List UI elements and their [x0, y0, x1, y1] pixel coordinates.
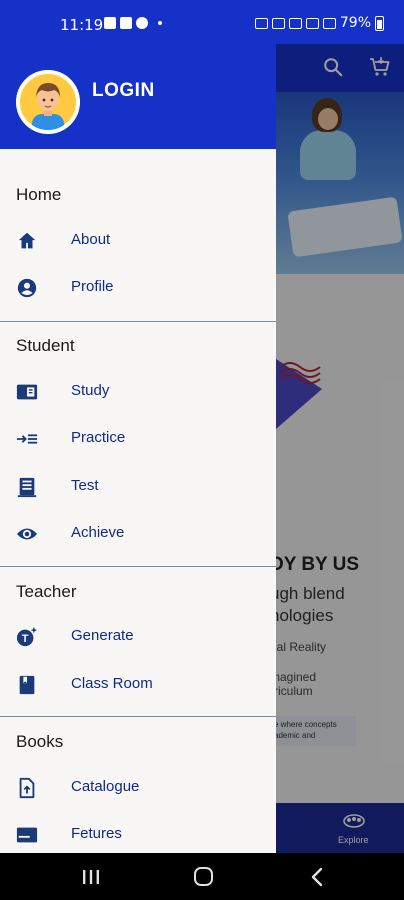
gallery-notification-icon	[104, 17, 116, 29]
generate-ai-icon: T	[16, 626, 38, 647]
recent-apps-icon[interactable]	[82, 869, 100, 885]
system-navigation-bar	[0, 853, 404, 900]
menu-item-label: Test	[71, 477, 99, 494]
menu-item-test[interactable]: Test	[0, 464, 276, 510]
menu-item-achieve[interactable]: Achieve	[0, 511, 276, 557]
section-title-home: Home	[16, 185, 62, 204]
user-avatar-icon	[16, 70, 80, 134]
section-divider	[0, 566, 276, 567]
drawer-header: LOGIN	[0, 44, 276, 149]
menu-item-label: Generate	[71, 627, 134, 644]
menu-item-label: Class Room	[71, 675, 153, 692]
section-title-teacher: Teacher	[16, 582, 77, 601]
login-button[interactable]: LOGIN	[92, 80, 155, 102]
system-status-icons: 79%	[254, 15, 384, 31]
file-upload-icon	[19, 777, 35, 799]
home-icon	[18, 232, 36, 249]
wifi-icon	[288, 17, 302, 29]
section-title-student: Student	[16, 336, 75, 355]
menu-item-fetures[interactable]: Fetures	[0, 812, 276, 853]
youtube-notification-icon	[120, 17, 132, 29]
practice-list-icon	[16, 434, 38, 444]
home-button-icon[interactable]	[194, 867, 213, 886]
battery-icon	[375, 15, 384, 31]
status-bar: 11:19 79%	[0, 0, 404, 44]
eye-icon	[16, 528, 38, 540]
section-divider	[0, 321, 276, 322]
menu-item-catalogue[interactable]: Catalogue	[0, 765, 276, 811]
alarm-icon	[254, 17, 268, 29]
section-title-books: Books	[16, 732, 64, 751]
menu-item-label: Fetures	[71, 825, 122, 842]
menu-item-about[interactable]: About	[0, 218, 276, 264]
test-notebook-icon	[17, 477, 37, 498]
drawer-scrim[interactable]	[276, 44, 404, 853]
menu-item-practice[interactable]: Practice	[0, 416, 276, 462]
mute-icon	[271, 17, 285, 29]
account-circle-icon	[17, 278, 37, 298]
navigation-drawer: LOGIN Home About Profile Student Study P…	[0, 44, 276, 853]
battery-percentage: 79%	[339, 15, 371, 31]
study-book-icon	[16, 384, 38, 400]
classroom-book-icon	[19, 675, 35, 695]
menu-item-study[interactable]: Study	[0, 369, 276, 415]
whatsapp-notification-icon	[136, 17, 148, 29]
volte-icon	[305, 17, 319, 29]
svg-text:T: T	[22, 633, 29, 645]
features-card-icon	[16, 827, 38, 843]
menu-item-label: Profile	[71, 278, 114, 295]
more-notifications-dot-icon	[158, 21, 162, 25]
menu-item-label: Practice	[71, 429, 126, 446]
menu-item-label: Study	[71, 382, 110, 399]
menu-item-profile[interactable]: Profile	[0, 265, 276, 311]
section-divider	[0, 716, 276, 717]
status-time: 11:19	[60, 16, 104, 34]
menu-item-class-room[interactable]: Class Room	[0, 662, 276, 708]
back-icon[interactable]	[309, 867, 325, 887]
menu-item-label: Achieve	[71, 524, 125, 541]
menu-item-label: Catalogue	[71, 778, 140, 795]
signal-icon	[322, 17, 336, 29]
menu-item-generate[interactable]: T Generate	[0, 614, 276, 660]
menu-item-label: About	[71, 231, 111, 248]
notification-icons	[104, 17, 162, 29]
user-avatar[interactable]	[16, 70, 80, 134]
